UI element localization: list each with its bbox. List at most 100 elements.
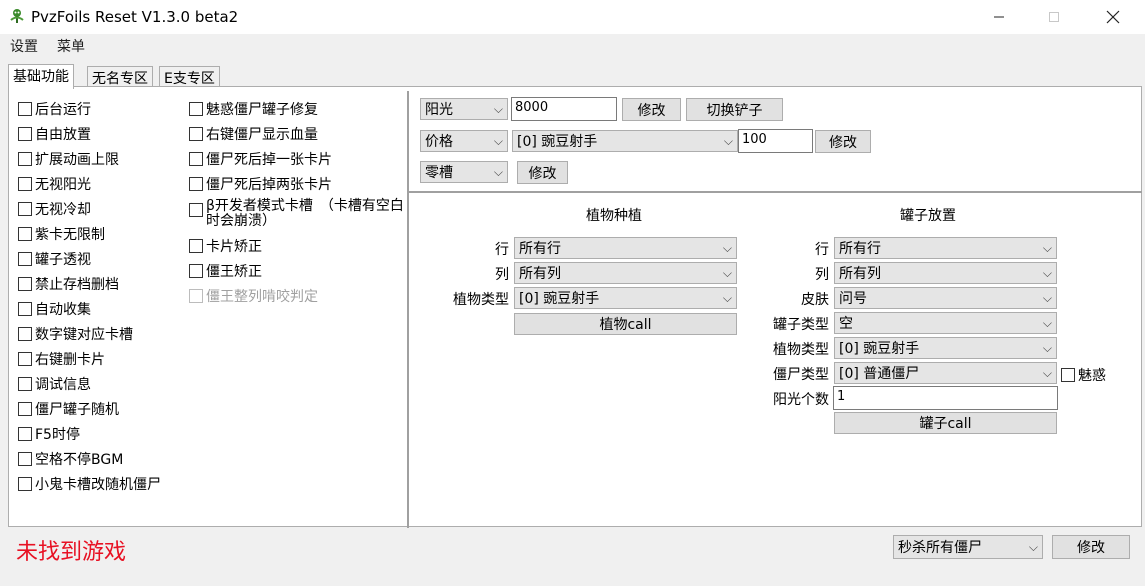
close-icon xyxy=(1106,10,1120,24)
checkbox[interactable] xyxy=(18,352,32,366)
checkbox[interactable] xyxy=(18,227,32,241)
jar-skin-select[interactable]: 问号 ⌵ xyxy=(834,287,1057,309)
option-checkbox[interactable]: 无视冷却 xyxy=(18,199,91,219)
plant-col-select[interactable]: 所有列 ⌵ xyxy=(514,262,737,284)
option-zombie-king-column-bite: 僵王整列啃咬判定 xyxy=(189,286,318,306)
price-modify-button[interactable]: 修改 xyxy=(815,130,871,153)
checkbox[interactable] xyxy=(18,402,32,416)
checkbox[interactable] xyxy=(18,127,32,141)
close-button[interactable] xyxy=(1089,0,1137,34)
jar-call-button[interactable]: 罐子call xyxy=(834,412,1057,434)
option-checkbox[interactable]: 小鬼卡槽改随机僵尸 xyxy=(18,474,161,494)
tab-e-branch[interactable]: E支专区 xyxy=(159,66,220,88)
option-label: 紫卡无限制 xyxy=(35,227,105,243)
resource-select[interactable]: 阳光 ⌵ xyxy=(420,98,508,120)
app-icon xyxy=(10,9,24,23)
checkbox[interactable] xyxy=(189,203,203,217)
minimize-button[interactable] xyxy=(975,0,1023,34)
price-plant-select[interactable]: [0] 豌豆射手 ⌵ xyxy=(512,130,738,152)
checkbox[interactable] xyxy=(18,252,32,266)
checkbox xyxy=(189,289,203,303)
option-label: 僵尸罐子随机 xyxy=(35,402,119,418)
chevron-down-icon: ⌵ xyxy=(723,133,733,148)
option-label: 自动收集 xyxy=(35,302,91,318)
checkbox[interactable] xyxy=(189,177,203,191)
option-checkbox[interactable]: 自动收集 xyxy=(18,299,91,319)
checkbox[interactable] xyxy=(18,177,32,191)
checkbox[interactable] xyxy=(189,152,203,166)
sun-value-input[interactable]: 8000 xyxy=(511,97,617,121)
checkbox[interactable] xyxy=(18,377,32,391)
chevron-down-icon: ⌵ xyxy=(493,164,503,179)
jar-sun-count-input[interactable]: 1 xyxy=(833,386,1058,410)
switch-shovel-button[interactable]: 切换铲子 xyxy=(686,98,783,121)
plant-type-select[interactable]: [0] 豌豆射手 ⌵ xyxy=(514,287,737,309)
checkbox[interactable] xyxy=(18,152,32,166)
price-value-input[interactable]: 100 xyxy=(738,129,813,153)
option-right-click-zombie-hp[interactable]: 右键僵尸显示血量 xyxy=(189,124,318,144)
plant-call-button[interactable]: 植物call xyxy=(514,313,737,335)
option-label: 无视冷却 xyxy=(35,202,91,218)
price-select[interactable]: 价格 ⌵ xyxy=(420,130,508,152)
action-select[interactable]: 秒杀所有僵尸 ⌵ xyxy=(893,535,1043,559)
option-label: 空格不停BGM xyxy=(35,452,124,468)
option-checkbox[interactable]: 调试信息 xyxy=(18,374,91,394)
option-checkbox[interactable]: 数字键对应卡槽 xyxy=(18,324,133,344)
option-beta-dev-mode-slots[interactable]: β开发者模式卡槽 （卡槽有空白时会崩溃） xyxy=(189,199,411,229)
chevron-down-icon: ⌵ xyxy=(1042,240,1052,255)
jar-zombie-type-select[interactable]: [0] 普通僵尸 ⌵ xyxy=(834,362,1057,384)
option-charm-jar-fix[interactable]: 魅惑僵尸罐子修复 xyxy=(189,99,318,119)
tab-basic[interactable]: 基础功能 xyxy=(8,64,74,89)
zero-slot-modify-button[interactable]: 修改 xyxy=(517,161,568,184)
option-checkbox[interactable]: 僵尸罐子随机 xyxy=(18,399,119,419)
option-checkbox[interactable]: 禁止存档删档 xyxy=(18,274,119,294)
option-label: 禁止存档删档 xyxy=(35,277,119,293)
checkbox[interactable] xyxy=(18,452,32,466)
jar-type-select[interactable]: 空 ⌵ xyxy=(834,312,1057,334)
tab-nameless[interactable]: 无名专区 xyxy=(87,66,153,88)
option-label: F5时停 xyxy=(35,427,80,443)
option-checkbox[interactable]: 无视阳光 xyxy=(18,174,91,194)
plant-row-select[interactable]: 所有行 ⌵ xyxy=(514,237,737,259)
checkbox[interactable] xyxy=(189,127,203,141)
chevron-down-icon: ⌵ xyxy=(1042,365,1052,380)
option-checkbox[interactable]: F5时停 xyxy=(18,424,80,444)
checkbox[interactable] xyxy=(189,102,203,116)
checkbox[interactable] xyxy=(18,277,32,291)
option-checkbox[interactable]: 扩展动画上限 xyxy=(18,149,119,169)
menu-bar: 设置 菜单 xyxy=(0,34,1145,56)
checkbox[interactable] xyxy=(18,102,32,116)
chevron-down-icon: ⌵ xyxy=(1028,539,1038,554)
option-checkbox[interactable]: 罐子透视 xyxy=(18,249,91,269)
option-checkbox[interactable]: 自由放置 xyxy=(18,124,91,144)
option-zombie-drop-one-card[interactable]: 僵尸死后掉一张卡片 xyxy=(189,149,332,169)
checkbox[interactable] xyxy=(189,239,203,253)
checkbox[interactable] xyxy=(18,477,32,491)
option-charm[interactable]: 魅惑 xyxy=(1061,365,1106,385)
checkbox[interactable] xyxy=(189,264,203,278)
jar-col-select[interactable]: 所有列 ⌵ xyxy=(834,262,1057,284)
option-checkbox[interactable]: 后台运行 xyxy=(18,99,91,119)
jar-row-select[interactable]: 所有行 ⌵ xyxy=(834,237,1057,259)
option-checkbox[interactable]: 空格不停BGM xyxy=(18,449,123,469)
option-zombie-drop-two-cards[interactable]: 僵尸死后掉两张卡片 xyxy=(189,174,332,194)
checkbox[interactable] xyxy=(1061,368,1075,382)
option-zombie-king-correction[interactable]: 僵王矫正 xyxy=(189,261,262,281)
jar-row-label: 行 xyxy=(815,242,829,258)
option-card-correction[interactable]: 卡片矫正 xyxy=(189,236,262,256)
option-checkbox[interactable]: 右键删卡片 xyxy=(18,349,105,369)
checkbox[interactable] xyxy=(18,202,32,216)
checkbox[interactable] xyxy=(18,302,32,316)
menu-menu[interactable]: 菜单 xyxy=(57,36,85,56)
zero-slot-select[interactable]: 零槽 ⌵ xyxy=(420,161,508,183)
checkbox[interactable] xyxy=(18,427,32,441)
menu-settings[interactable]: 设置 xyxy=(10,36,38,56)
option-checkbox[interactable]: 紫卡无限制 xyxy=(18,224,105,244)
option-label: 扩展动画上限 xyxy=(35,152,119,168)
jar-plant-type-select[interactable]: [0] 豌豆射手 ⌵ xyxy=(834,337,1057,359)
sun-modify-button[interactable]: 修改 xyxy=(622,98,681,121)
action-modify-button[interactable]: 修改 xyxy=(1052,535,1130,559)
checkbox[interactable] xyxy=(18,327,32,341)
option-label: 无视阳光 xyxy=(35,177,91,193)
jar-sun-count-label: 阳光个数 xyxy=(773,392,829,408)
